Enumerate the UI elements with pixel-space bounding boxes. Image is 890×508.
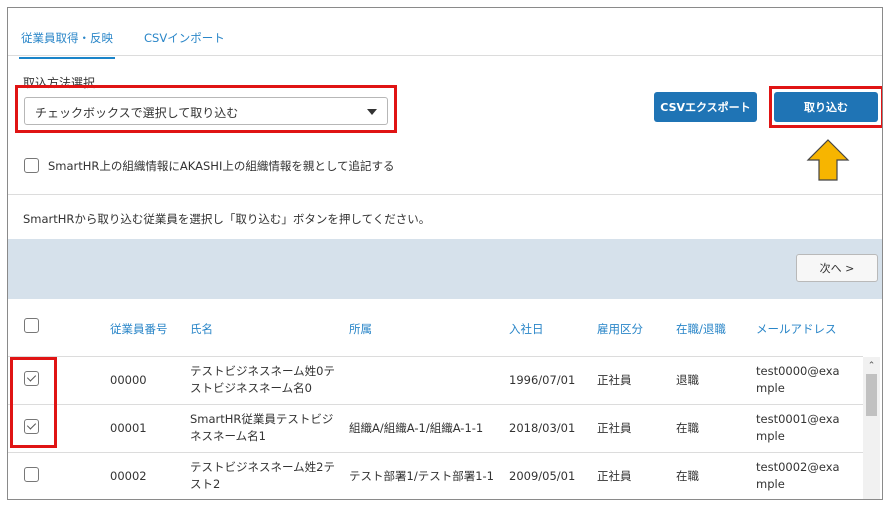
row-checkbox[interactable] [24,467,39,482]
import-button[interactable]: 取り込む [774,92,878,122]
cell-department: テスト部署1/テスト部署1-1 [349,469,494,483]
cell-hire-date: 2018/03/01 [509,421,576,435]
cell-name: テストビジネスネーム姓2テ スト2 [190,460,335,491]
row-divider [8,404,863,405]
import-method-select[interactable]: チェックボックスで選択して取り込む [24,97,388,125]
scrollbar-thumb[interactable] [866,374,877,416]
row-checkbox[interactable] [24,419,39,434]
caret-down-icon [367,109,377,115]
tab-csv-import[interactable]: CSVインポート [144,30,225,46]
header-employment-type[interactable]: 雇用区分 [597,321,643,337]
header-email[interactable]: メールアドレス [756,321,837,337]
row-divider [8,452,863,453]
cell-name: SmartHR従業員テストビジ ネスネーム名1 [190,412,334,443]
pagination-bar [8,239,882,299]
cell-hire-date: 1996/07/01 [509,373,576,387]
header-name[interactable]: 氏名 [190,321,213,337]
cell-employee-number: 00001 [110,421,147,435]
tab-bar: 従業員取得・反映 CSVインポート [8,8,882,59]
csv-export-button[interactable]: CSVエクスポート [654,92,757,122]
cell-email: test0000@exa mple [756,364,840,395]
header-department[interactable]: 所属 [349,321,372,337]
cell-name: テストビジネスネーム姓0テ ストビジネスネーム名0 [190,364,335,395]
employee-import-panel: 従業員取得・反映 CSVインポート 取込方法選択 チェックボックスで選択して取り… [7,7,883,500]
instruction-text: SmartHRから取り込む従業員を選択し「取り込む」ボタンを押してください。 [23,212,431,226]
cell-employee-number: 00002 [110,469,147,483]
cell-status: 在職 [676,421,699,435]
cell-status: 退職 [676,373,699,387]
cell-status: 在職 [676,469,699,483]
cell-department: 組織A/組織A-1/組織A-1-1 [349,421,484,435]
cell-email: test0001@exa mple [756,412,840,443]
append-org-label: SmartHR上の組織情報にAKASHI上の組織情報を親として追記する [48,159,395,173]
cell-employment-type: 正社員 [597,469,632,483]
next-page-button[interactable]: 次へ > [796,254,878,282]
scroll-up-icon[interactable]: ⌃ [863,359,880,373]
cell-employee-number: 00000 [110,373,147,387]
row-divider [8,356,863,357]
row-checkbox[interactable] [24,371,39,386]
cell-hire-date: 2009/05/01 [509,469,576,483]
append-org-checkbox[interactable] [24,158,39,173]
header-status[interactable]: 在職/退職 [676,321,726,337]
import-method-selected: チェックボックスで選択して取り込む [35,106,239,120]
up-arrow-icon [806,139,850,181]
cell-email: test0002@exa mple [756,460,840,491]
header-employee-number[interactable]: 従業員番号 [110,321,168,337]
cell-employment-type: 正社員 [597,421,632,435]
select-all-checkbox[interactable] [24,318,39,333]
divider [8,194,882,195]
tab-employee-fetch[interactable]: 従業員取得・反映 [19,30,115,59]
cell-employment-type: 正社員 [597,373,632,387]
header-hire-date[interactable]: 入社日 [509,321,544,337]
